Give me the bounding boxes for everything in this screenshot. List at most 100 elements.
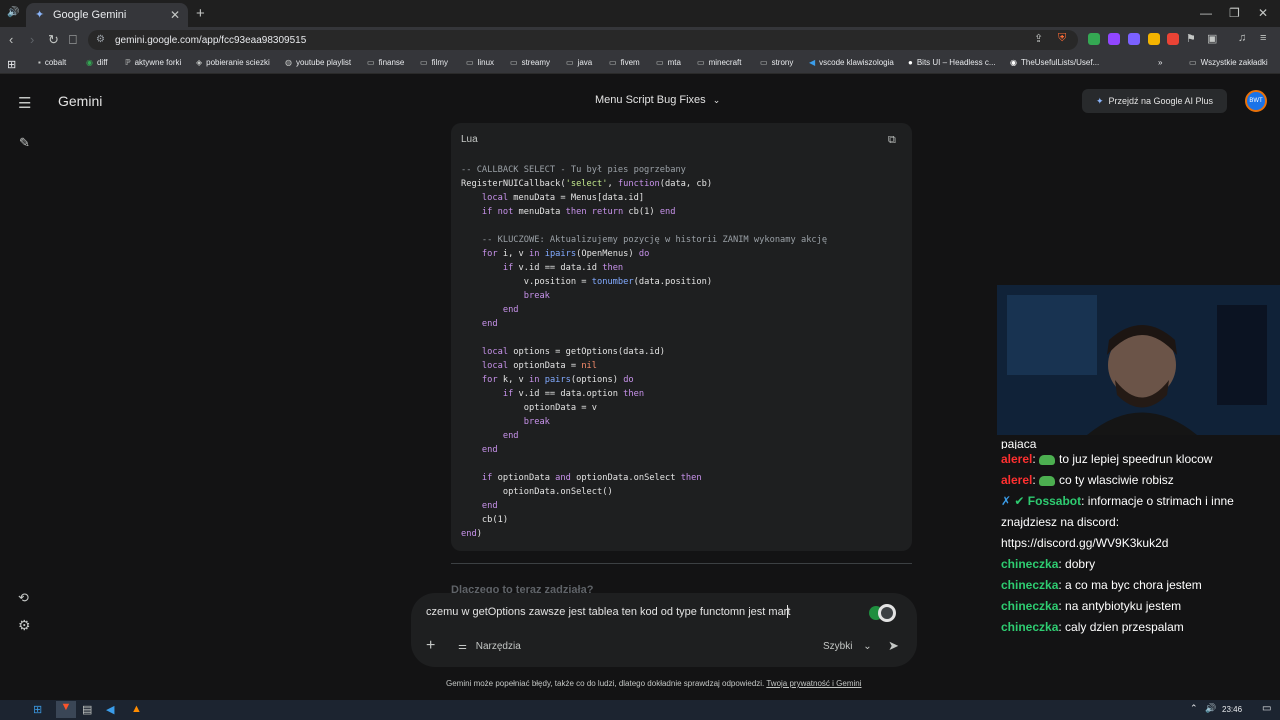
bookmark-item[interactable]: ◍ youtube playlist: [285, 58, 351, 67]
chat-message: alerel: co ty wlasciwie robisz: [1001, 473, 1174, 487]
chat-message: ✗ ✔ Fossabot: informacje o strimach i in…: [1001, 494, 1234, 550]
code-line: if not menuData then return cb(1) end: [481, 207, 676, 217]
sidepanel-icon[interactable]: ▣: [1207, 32, 1217, 45]
folder-icon: ▭: [510, 58, 518, 67]
privacy-link[interactable]: Twoja prywatność i Gemini: [766, 679, 861, 688]
main-menu-icon[interactable]: ☰: [18, 94, 31, 112]
folder-icon: ▭: [760, 58, 768, 67]
chat-username[interactable]: chineczka: [1001, 578, 1058, 592]
extension-icon[interactable]: [1128, 33, 1140, 45]
tab-close-icon[interactable]: ✕: [170, 8, 180, 22]
close-window-button[interactable]: ✕: [1258, 6, 1268, 20]
notification-icon[interactable]: ▭: [1262, 703, 1271, 714]
tray-chevron-icon[interactable]: ⌃: [1190, 703, 1198, 714]
bookmark-icon[interactable]: ⎕: [69, 32, 77, 48]
bookmark-folder[interactable]: ▭ strony: [760, 58, 793, 67]
prompt-input[interactable]: czemu w getOptions zawsze jest tablea te…: [426, 606, 790, 618]
brave-shield-icon[interactable]: ⛨: [1058, 32, 1066, 45]
bookmark-item[interactable]: ◀ vscode klawiszologia: [809, 58, 894, 67]
chat-username[interactable]: alerel: [1001, 452, 1032, 466]
reload-icon[interactable]: ↻: [48, 32, 59, 48]
share-icon[interactable]: ⇪: [1034, 32, 1043, 45]
bookmark-item[interactable]: ◉ TheUsefulLists/Usef...: [1010, 58, 1099, 67]
code-line: RegisterNUICallback('select', function(d…: [461, 179, 713, 189]
bookmark-folder[interactable]: ▭ linux: [466, 58, 494, 67]
clock[interactable]: 23:46: [1222, 705, 1242, 714]
tools-button[interactable]: ⚌ Narzędzia: [458, 641, 521, 652]
vscode-taskbar-icon[interactable]: ◀: [106, 703, 114, 716]
bookmark-folder[interactable]: ▭ minecraft: [697, 58, 741, 67]
extension-bubble-icon[interactable]: [867, 603, 897, 623]
code-line: -- KLUCZOWE: Aktualizujemy pozycję w his…: [461, 235, 828, 245]
webcam-image: [997, 285, 1280, 435]
chat-username[interactable]: Fossabot: [1028, 494, 1081, 508]
bookmark-folder[interactable]: ▭ java: [566, 58, 592, 67]
bookmark-folder[interactable]: ▭ fivem: [609, 58, 640, 67]
tools-icon: ⚌: [458, 641, 467, 652]
folder-icon: ▭: [420, 58, 428, 67]
all-bookmarks[interactable]: ▭ Wszystkie zakładki: [1189, 58, 1268, 67]
bookmark-item[interactable]: ℙaktywne forki: [125, 58, 181, 67]
restore-button[interactable]: ❐: [1229, 6, 1240, 20]
chat-username[interactable]: alerel: [1001, 473, 1032, 487]
chat-text: na antybiotyku jestem: [1065, 599, 1182, 613]
minimize-button[interactable]: —: [1200, 6, 1212, 20]
tab-title: Google Gemini: [53, 9, 127, 21]
activity-icon[interactable]: ⟲: [18, 590, 29, 606]
bookmark-item[interactable]: ● Bits UI – Headless c...: [908, 58, 996, 67]
url-text[interactable]: gemini.google.com/app/fcc93eaa98309515: [115, 35, 306, 46]
model-selector[interactable]: Szybki ⌄: [823, 641, 872, 652]
chat-message: chineczka: dobry: [1001, 557, 1096, 571]
add-attachment-icon[interactable]: +: [426, 637, 435, 655]
conversation-title[interactable]: Menu Script Bug Fixes ⌄: [595, 94, 720, 106]
bookmark-item[interactable]: ◉ diff: [86, 58, 108, 67]
github-icon: ◉: [1010, 58, 1017, 67]
upgrade-button[interactable]: ✦ Przejdź na Google AI Plus: [1082, 89, 1227, 113]
mod-badge-icon: ✗: [1001, 494, 1015, 508]
speaker-icon[interactable]: 🔊: [7, 7, 19, 18]
extension-icon[interactable]: [1148, 33, 1160, 45]
extensions-icon[interactable]: ⚑: [1186, 32, 1196, 45]
site-info-icon[interactable]: ⚙: [96, 34, 105, 45]
app-title[interactable]: Gemini: [58, 93, 102, 109]
bookmark-folder[interactable]: ▭ streamy: [510, 58, 550, 67]
twitch-extension-icon[interactable]: [1108, 33, 1120, 45]
prompt-box[interactable]: [411, 593, 917, 667]
bookmark-folder[interactable]: ▭ filmy: [420, 58, 448, 67]
chat-username[interactable]: chineczka: [1001, 599, 1058, 613]
bookmarks-overflow-icon[interactable]: »: [1158, 58, 1162, 67]
media-icon[interactable]: ♫: [1238, 32, 1246, 44]
volume-icon[interactable]: 🔊: [1205, 703, 1216, 714]
code-line: v.position = tonumber(data.position): [461, 277, 713, 287]
windows-start-icon[interactable]: ⊞: [33, 703, 42, 716]
back-icon[interactable]: ‹: [9, 32, 13, 47]
browser-tab[interactable]: ✦ Google Gemini ✕: [26, 3, 188, 27]
disclaimer: Gemini może popełniać błędy, także co do…: [446, 679, 862, 688]
new-chat-icon[interactable]: ✎: [19, 135, 30, 151]
chat-username[interactable]: chineczka: [1001, 620, 1058, 634]
bookmark-icon: ◉: [86, 58, 93, 67]
brave-taskbar-icon[interactable]: ▼: [56, 701, 76, 718]
bookmark-item[interactable]: ▪ cobalt: [38, 58, 66, 67]
globe-icon: ◍: [285, 58, 292, 67]
apps-icon[interactable]: ⊞: [7, 58, 16, 71]
new-tab-button[interactable]: +: [196, 5, 205, 22]
extension-icon[interactable]: [1088, 33, 1100, 45]
settings-icon[interactable]: ⚙: [18, 617, 31, 634]
menu-icon[interactable]: ≡: [1260, 32, 1266, 44]
chat-text: co ty wlasciwie robisz: [1059, 473, 1174, 487]
forward-icon[interactable]: ›: [30, 32, 34, 47]
bookmark-item[interactable]: ◈ pobieranie sciezki: [196, 58, 270, 67]
bookmark-icon: ▪: [38, 58, 41, 67]
copy-code-icon[interactable]: ⧉: [888, 134, 896, 147]
app-taskbar-icon[interactable]: ▲: [131, 703, 142, 715]
send-icon[interactable]: ➤: [888, 638, 899, 654]
terminal-taskbar-icon[interactable]: ▤: [82, 703, 92, 716]
bookmark-folder[interactable]: ▭ finanse: [367, 58, 404, 67]
bookmark-folder[interactable]: ▭ mta: [656, 58, 681, 67]
avatar[interactable]: BWT: [1245, 90, 1267, 112]
chat-username[interactable]: chineczka: [1001, 557, 1058, 571]
code-line: end): [461, 529, 482, 539]
extension-icon[interactable]: [1167, 33, 1179, 45]
code-line: optionData = v: [461, 403, 597, 413]
